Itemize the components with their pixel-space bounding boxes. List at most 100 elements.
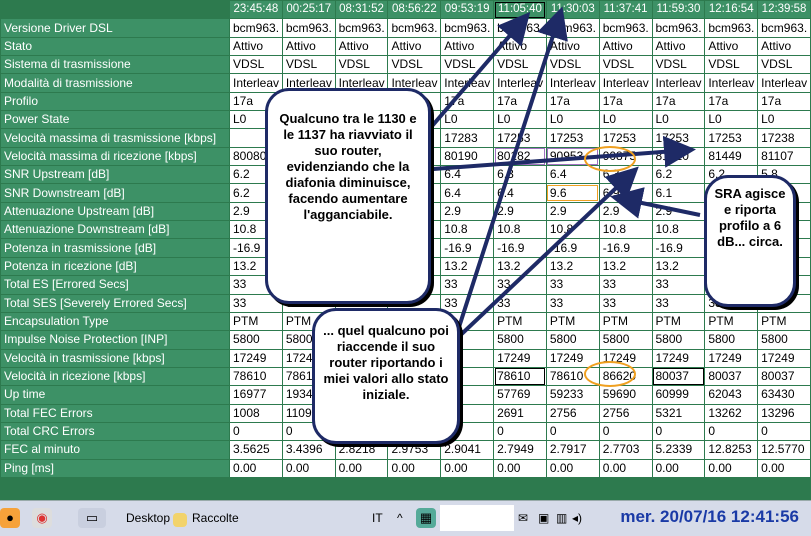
row-label: Attenuazione Upstream [dB] — [0, 201, 230, 222]
column-header[interactable]: 12:39:58 — [757, 0, 811, 20]
table-cell: Attivo — [229, 36, 283, 57]
column-header[interactable]: 11:30:03 — [545, 0, 600, 20]
table-cell: Interleav — [651, 73, 706, 93]
column-header[interactable]: 12:16:54 — [704, 0, 759, 20]
table-cell: bcm963. — [281, 18, 336, 38]
horizontal-scrollbar[interactable] — [0, 478, 811, 500]
callout-first: Qualcuno tra le 1130 e le 1137 ha riavvi… — [265, 88, 431, 304]
table-cell: 17a — [598, 91, 653, 112]
table-cell: Attivo — [440, 36, 495, 57]
table-cell: 5.2339 — [651, 440, 706, 460]
table-cell: 13.2 — [440, 256, 495, 277]
folder-icon[interactable] — [173, 513, 187, 527]
table-cell: 80037 — [704, 366, 759, 387]
signal-icon[interactable]: ▥ — [556, 505, 567, 531]
table-cell: VDSL — [493, 55, 547, 75]
table-cell: PTM — [598, 311, 653, 332]
column-header[interactable]: 08:31:52 — [334, 0, 389, 20]
table-cell: VDSL — [651, 55, 706, 75]
table-cell: L0 — [704, 110, 759, 130]
email-icon[interactable]: ✉ — [518, 505, 528, 531]
table-cell: 13262 — [704, 403, 759, 423]
row-label: Stato — [0, 36, 230, 57]
column-header[interactable]: 11:37:41 — [598, 0, 653, 20]
table-cell: Attivo — [334, 36, 389, 57]
chrome-icon[interactable]: ◉ — [32, 508, 52, 528]
table-cell: 0 — [598, 421, 653, 442]
table-cell: Interleav — [704, 73, 759, 93]
table-cell: L0 — [545, 110, 600, 130]
column-header[interactable]: 09:53:19 — [440, 0, 495, 20]
table-cell: PTM — [229, 311, 283, 332]
table-cell: 2.7949 — [493, 440, 547, 460]
header-corner — [0, 0, 230, 20]
table-cell: Attivo — [598, 36, 653, 57]
taskbar-raccolte[interactable]: Raccolte — [192, 505, 239, 531]
table-cell: Attivo — [651, 36, 706, 57]
table-cell: 0.00 — [229, 458, 283, 479]
table-cell: bcm963. — [757, 18, 811, 38]
people-icon[interactable]: ▭ — [78, 508, 106, 528]
table-cell: 59690 — [598, 385, 653, 405]
table-cell: Attivo — [704, 36, 759, 57]
table-cell: 12.5770 — [757, 440, 811, 460]
table-cell: 17a — [704, 91, 759, 112]
table-cell: 6.4 — [493, 183, 547, 203]
table-cell: 6.2 — [651, 165, 706, 185]
table-cell: 80190 — [440, 146, 495, 167]
table-cell: Interleav — [545, 73, 600, 93]
row-label: Profilo — [0, 91, 230, 112]
table-cell: 0.00 — [545, 458, 600, 479]
table-cell: -16.9 — [651, 238, 706, 258]
volume-icon[interactable]: ◂) — [572, 505, 582, 531]
table-cell: Interleav — [440, 73, 495, 93]
table-cell: 0.00 — [598, 458, 653, 479]
table-cell: 5800 — [757, 330, 811, 350]
table-cell: 86620 — [598, 366, 653, 387]
row-label: Potenza in trasmissione [dB] — [0, 238, 230, 258]
taskbar-desktop[interactable]: Desktop — [126, 505, 170, 531]
column-header[interactable]: 00:25:17 — [281, 0, 336, 20]
table-cell: 59233 — [545, 385, 600, 405]
table-cell: 0.00 — [334, 458, 389, 479]
table-cell: VDSL — [598, 55, 653, 75]
tray-expand-icon[interactable]: ^ — [397, 505, 403, 531]
table-cell: 13.2 — [545, 256, 600, 277]
table-cell: 0.00 — [651, 458, 706, 479]
table-cell: 6.9 — [598, 183, 653, 203]
table-cell: 3.5625 — [229, 440, 283, 460]
table-cell: 17253 — [493, 128, 547, 148]
security-icon[interactable]: ▣ — [538, 505, 549, 531]
table-cell: 80182 — [493, 146, 547, 167]
table-row: Stato Attivo Attivo Attivo Attivo Attivo Attiv… — [0, 36, 811, 57]
row-label: FEC al minuto — [0, 440, 230, 460]
table-cell: 17a — [545, 91, 600, 112]
table-cell: 12.8253 — [704, 440, 759, 460]
row-label: SNR Downstream [dB] — [0, 183, 230, 203]
row-label: Ping [ms] — [0, 458, 230, 479]
table-cell: 81410 — [651, 146, 706, 167]
column-header[interactable]: 23:45:48 — [229, 0, 283, 20]
column-header[interactable]: 11:05:40 — [493, 0, 547, 20]
column-header[interactable]: 08:56:22 — [387, 0, 442, 20]
table-cell: 13.2 — [598, 256, 653, 277]
table-cell: VDSL — [334, 55, 389, 75]
table-cell: Interleav — [493, 73, 547, 93]
column-header[interactable]: 11:59:30 — [651, 0, 706, 20]
table-cell: 2.9 — [440, 201, 495, 222]
table-cell: 10.8 — [598, 220, 653, 240]
taskbar-clock[interactable]: mer. 20/07/16 12:41:56 — [620, 507, 799, 527]
table-cell: 17253 — [545, 128, 600, 148]
table-cell: 6.4 — [545, 165, 600, 185]
row-label: SNR Upstream [dB] — [0, 165, 230, 185]
network-icon[interactable]: ▦ — [416, 508, 436, 528]
language-indicator[interactable]: IT — [372, 505, 383, 531]
table-cell: Interleav — [229, 73, 283, 93]
table-cell: 62043 — [704, 385, 759, 405]
table-cell: 5800 — [704, 330, 759, 350]
firefox-icon[interactable]: ● — [0, 508, 20, 528]
table-cell: 5800 — [545, 330, 600, 350]
table-cell: 17283 — [440, 128, 495, 148]
table-cell: PTM — [493, 311, 547, 332]
table-cell: -16.9 — [598, 238, 653, 258]
